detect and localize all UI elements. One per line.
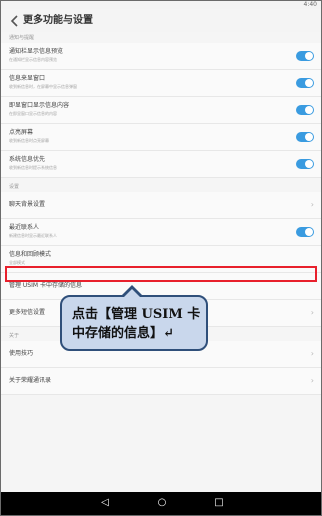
setting-label: 更多短信设置	[9, 309, 46, 316]
setting-label: 信息来显窗口	[9, 75, 46, 82]
toggle-switch[interactable]	[296, 78, 314, 88]
toggle-switch[interactable]	[296, 105, 314, 115]
toggle-knob	[305, 133, 313, 141]
setting-description: 在即显窗口显示信息的内容	[9, 111, 57, 116]
chevron-right-icon: ›	[310, 349, 314, 358]
setting-description: 新建信息时显示最近联系人	[9, 233, 57, 238]
setting-label: 管理 USIM 卡中存储的信息	[9, 282, 82, 289]
highlight-box	[5, 266, 317, 282]
chevron-right-icon: ›	[310, 308, 314, 317]
setting-label: 点亮屏幕	[9, 129, 34, 136]
setting-wake-screen[interactable]: 点亮屏幕 收到新信息时点亮屏幕	[1, 124, 321, 151]
setting-label: 即显窗口显示信息内容	[9, 102, 70, 109]
callout-text: 点击【管理 USIM 卡 中存储的信息】↵	[72, 305, 202, 343]
setting-label: 信息和回顾模式	[9, 251, 52, 258]
toggle-switch[interactable]	[296, 159, 314, 169]
setting-popup-window[interactable]: 信息来显窗口 收到新信息时，在屏幕中显示信息弹窗	[1, 70, 321, 97]
status-time: 4:40	[303, 1, 317, 8]
setting-label: 使用技巧	[9, 350, 34, 357]
setting-label: 系统信息优先	[9, 156, 46, 163]
setting-label: 关于荣耀通讯录	[9, 377, 52, 384]
setting-system-message-priority[interactable]: 系统信息优先 收到新信息时提示系统信息	[1, 151, 321, 178]
square-recent-icon[interactable]: □	[211, 496, 227, 510]
setting-notification-preview[interactable]: 通知栏显示信息预览 在通知栏显示信息内容预览	[1, 43, 321, 70]
callout-line-2: 中存储的信息】↵	[72, 326, 174, 341]
toggle-knob	[305, 160, 313, 168]
status-bar: 4:40	[1, 1, 321, 17]
setting-description: 收到新信息时点亮屏幕	[9, 138, 49, 143]
setting-chat-background[interactable]: 聊天背景设置 ›	[1, 192, 321, 219]
setting-about-contacts[interactable]: 关于荣耀通讯录 ›	[1, 368, 321, 395]
app-header: 更多功能与设置	[1, 10, 321, 32]
callout-tail-fill	[123, 289, 141, 298]
setting-label: 最近联系人	[9, 224, 40, 231]
setting-recent-contacts[interactable]: 最近联系人 新建信息时显示最近联系人	[1, 219, 321, 246]
navigation-bar: ◁ ○ □	[1, 492, 321, 515]
toggle-switch[interactable]	[296, 132, 314, 142]
toggle-switch[interactable]	[296, 227, 314, 237]
setting-description: 收到新信息时，在屏幕中显示信息弹窗	[9, 84, 77, 89]
circle-home-icon[interactable]: ○	[154, 496, 170, 510]
back-arrow-icon[interactable]	[9, 15, 21, 27]
callout-line-1: 点击【管理 USIM 卡	[72, 307, 201, 322]
status-icons	[277, 2, 295, 17]
setting-description: 在通知栏显示信息内容预览	[9, 57, 57, 62]
toggle-knob	[305, 106, 313, 114]
setting-popup-content[interactable]: 即显窗口显示信息内容 在即显窗口显示信息的内容	[1, 97, 321, 124]
section-title: 设置	[9, 184, 20, 190]
chevron-right-icon: ›	[310, 200, 314, 209]
triangle-back-icon[interactable]: ◁	[97, 496, 113, 510]
section-title: 通知与提醒	[9, 35, 35, 41]
toggle-knob	[305, 79, 313, 87]
toggle-switch[interactable]	[296, 51, 314, 61]
page-title: 更多功能与设置	[23, 15, 93, 26]
setting-label: 聊天背景设置	[9, 201, 46, 208]
toggle-knob	[305, 228, 313, 236]
toggle-knob	[305, 52, 313, 60]
chevron-right-icon: ›	[310, 376, 314, 385]
setting-description: 收到新信息时提示系统信息	[9, 165, 57, 170]
setting-label: 通知栏显示信息预览	[9, 48, 64, 55]
